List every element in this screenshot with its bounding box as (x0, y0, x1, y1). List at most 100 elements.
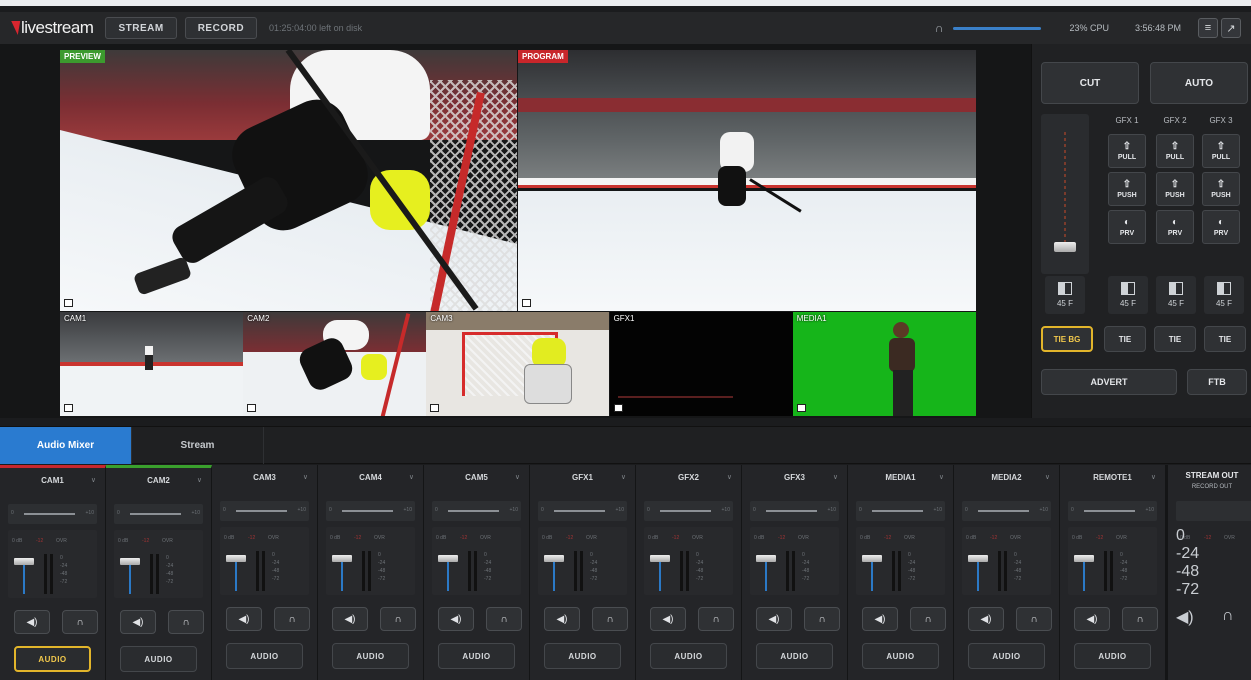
tab-stream[interactable]: Stream (132, 427, 264, 464)
gfx2-fade-duration[interactable]: 45 F (1156, 276, 1196, 314)
monitor-volume-slider[interactable] (953, 26, 1042, 30)
fader-knob[interactable] (120, 558, 140, 565)
gain-slider[interactable]: 0 +10 (1068, 501, 1157, 521)
fader-knob[interactable] (1074, 555, 1094, 562)
source-media1[interactable]: MEDIA1 (792, 312, 976, 416)
chevron-down-icon[interactable]: ∨ (91, 476, 96, 484)
gain-slider[interactable]: 0 +10 (326, 501, 415, 521)
cut-button[interactable]: CUT (1041, 62, 1139, 104)
headphone-button[interactable]: ∩ (910, 607, 946, 631)
headphone-button[interactable]: ∩ (804, 607, 840, 631)
fader-knob[interactable] (14, 558, 34, 565)
gfx1-pull-button[interactable]: ⇧ PULL (1108, 134, 1146, 168)
stream-out-gain[interactable] (1176, 501, 1251, 521)
audio-follow-button[interactable]: AUDIO (438, 643, 515, 669)
gain-slider[interactable]: 0 +10 (432, 501, 521, 521)
fader-knob[interactable] (544, 555, 564, 562)
headphone-button[interactable]: ∩ (274, 607, 310, 631)
fader-knob[interactable] (862, 555, 882, 562)
gfx3-pull-button[interactable]: ⇧ PULL (1202, 134, 1240, 168)
mute-button[interactable]: ◀) (438, 607, 474, 631)
program-monitor[interactable]: PROGRAM (518, 50, 976, 311)
mute-button[interactable]: ◀) (756, 607, 792, 631)
audio-follow-button[interactable]: AUDIO (14, 646, 91, 672)
headphone-button[interactable]: ∩ (1122, 607, 1158, 631)
audio-follow-button[interactable]: AUDIO (544, 643, 621, 669)
fader-knob[interactable] (226, 555, 246, 562)
source-gfx1[interactable]: GFX1 (609, 312, 793, 416)
mute-button[interactable]: ◀) (120, 610, 156, 634)
fullscreen-icon[interactable]: ↗ (1221, 18, 1241, 38)
gfx1-push-button[interactable]: ⇧ PUSH (1108, 172, 1146, 206)
headphone-button[interactable]: ∩ (486, 607, 522, 631)
source-cam1[interactable]: CAM1 (60, 312, 243, 416)
headphone-button[interactable]: ∩ (62, 610, 98, 634)
chevron-down-icon[interactable]: ∨ (409, 473, 414, 481)
fader-knob[interactable] (968, 555, 988, 562)
headphone-button[interactable]: ∩ (698, 607, 734, 631)
fader-knob[interactable] (650, 555, 670, 562)
audio-follow-button[interactable]: AUDIO (650, 643, 727, 669)
gain-slider[interactable]: 0 +10 (8, 504, 97, 524)
headphone-button[interactable]: ∩ (380, 607, 416, 631)
gain-slider[interactable]: 0 +10 (538, 501, 627, 521)
chevron-down-icon[interactable]: ∨ (621, 473, 626, 481)
mute-button[interactable]: ◀) (544, 607, 580, 631)
gfx2-push-button[interactable]: ⇧ PUSH (1156, 172, 1194, 206)
gfx3-prv-button[interactable]: ◐ PRV (1202, 210, 1240, 244)
gfx1-tie-button[interactable]: TIE (1104, 326, 1146, 352)
fader-knob[interactable] (438, 555, 458, 562)
gfx1-prv-button[interactable]: ◐ PRV (1108, 210, 1146, 244)
chevron-down-icon[interactable]: ∨ (939, 473, 944, 481)
mute-button[interactable]: ◀) (968, 607, 1004, 631)
gain-slider[interactable]: 0 +10 (750, 501, 839, 521)
gfx3-fade-duration[interactable]: 45 F (1204, 276, 1244, 314)
chevron-down-icon[interactable]: ∨ (1151, 473, 1156, 481)
mute-button[interactable]: ◀) (862, 607, 898, 631)
audio-follow-button[interactable]: AUDIO (226, 643, 303, 669)
bg-fade-duration[interactable]: 45 F (1045, 276, 1085, 314)
tab-audio-mixer[interactable]: Audio Mixer (0, 427, 132, 464)
preview-monitor[interactable]: PREVIEW (60, 50, 517, 311)
source-cam2[interactable]: CAM2 (243, 312, 427, 416)
chevron-down-icon[interactable]: ∨ (515, 473, 520, 481)
fader-knob[interactable] (756, 555, 776, 562)
gfx3-tie-button[interactable]: TIE (1204, 326, 1246, 352)
mute-button[interactable]: ◀) (226, 607, 262, 631)
stream-out-headphone-button[interactable]: ∩ (1222, 607, 1251, 631)
gfx2-pull-button[interactable]: ⇧ PULL (1156, 134, 1194, 168)
gfx1-fade-duration[interactable]: 45 F (1108, 276, 1148, 314)
advert-button[interactable]: ADVERT (1041, 369, 1177, 395)
t-bar-handle[interactable] (1054, 242, 1076, 252)
audio-follow-button[interactable]: AUDIO (120, 646, 197, 672)
audio-follow-button[interactable]: AUDIO (968, 643, 1045, 669)
mute-button[interactable]: ◀) (332, 607, 368, 631)
stream-button[interactable]: STREAM (105, 17, 177, 39)
audio-follow-button[interactable]: AUDIO (862, 643, 939, 669)
ftb-button[interactable]: FTB (1187, 369, 1247, 395)
gain-slider[interactable]: 0 +10 (114, 504, 203, 524)
mute-button[interactable]: ◀) (650, 607, 686, 631)
tie-bg-button[interactable]: TIE BG (1041, 326, 1093, 352)
chevron-down-icon[interactable]: ∨ (303, 473, 308, 481)
headphone-button[interactable]: ∩ (168, 610, 204, 634)
gain-slider[interactable]: 0 +10 (856, 501, 945, 521)
t-bar[interactable] (1041, 114, 1089, 274)
source-cam3[interactable]: CAM3 (426, 312, 610, 416)
audio-follow-button[interactable]: AUDIO (756, 643, 833, 669)
audio-follow-button[interactable]: AUDIO (1074, 643, 1151, 669)
record-button[interactable]: RECORD (184, 17, 258, 39)
chevron-down-icon[interactable]: ∨ (727, 473, 732, 481)
auto-button[interactable]: AUTO (1150, 62, 1248, 104)
stream-out-mute-button[interactable]: ◀) (1176, 607, 1212, 631)
gfx3-push-button[interactable]: ⇧ PUSH (1202, 172, 1240, 206)
chevron-down-icon[interactable]: ∨ (197, 476, 202, 484)
menu-icon[interactable]: ≡ (1198, 18, 1218, 38)
mute-button[interactable]: ◀) (14, 610, 50, 634)
mute-button[interactable]: ◀) (1074, 607, 1110, 631)
headphone-button[interactable]: ∩ (1016, 607, 1052, 631)
chevron-down-icon[interactable]: ∨ (1045, 473, 1050, 481)
fader-knob[interactable] (332, 555, 352, 562)
chevron-down-icon[interactable]: ∨ (833, 473, 838, 481)
gain-slider[interactable]: 0 +10 (962, 501, 1051, 521)
